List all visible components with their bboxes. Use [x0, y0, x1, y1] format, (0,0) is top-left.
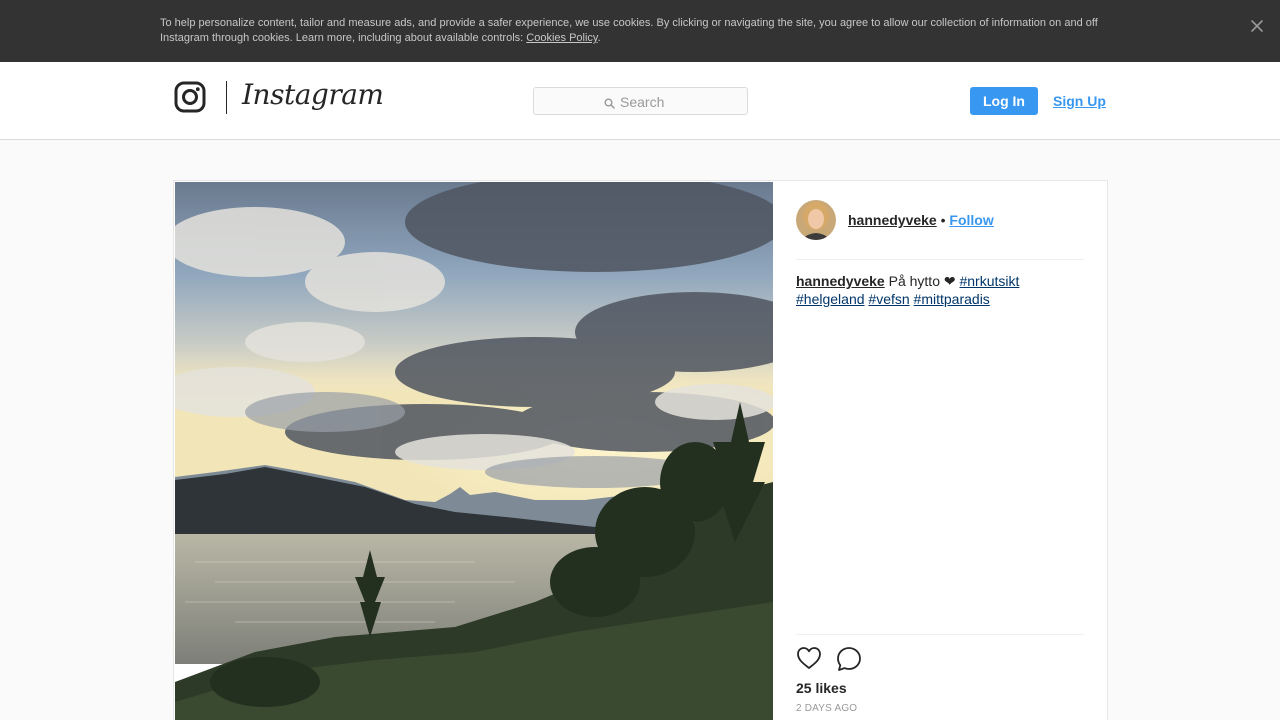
post-caption: hannedyveke På hytto ❤ #nrkutsikt #helgel… — [796, 272, 1084, 308]
likes-count[interactable]: 25 likes — [796, 679, 847, 697]
instagram-glyph-icon[interactable] — [174, 81, 206, 113]
close-icon[interactable] — [1248, 17, 1266, 35]
top-nav: Instagram Log In Sign Up — [0, 62, 1280, 140]
caption-text: På hytto ❤ — [884, 273, 960, 289]
instagram-wordmark[interactable]: Instagram — [242, 78, 384, 111]
avatar[interactable] — [796, 200, 836, 240]
heart-icon[interactable] — [796, 646, 822, 670]
logo-divider — [226, 81, 227, 114]
hashtag-link[interactable]: #mittparadis — [914, 291, 990, 307]
search-box[interactable] — [533, 87, 748, 115]
sign-up-link[interactable]: Sign Up — [1053, 92, 1106, 110]
caption-username-link[interactable]: hannedyveke — [796, 273, 885, 289]
cookie-banner: To help personalize content, tailor and … — [0, 0, 1280, 62]
post-card: hannedyveke • Follow hannedyveke På hytt… — [173, 180, 1108, 720]
cookie-text: To help personalize content, tailor and … — [160, 16, 1110, 46]
hashtag-link[interactable]: #helgeland — [796, 291, 865, 307]
post-username-link[interactable]: hannedyveke — [848, 212, 937, 228]
cookie-trailing: . — [597, 32, 601, 44]
comment-icon[interactable] — [836, 646, 862, 672]
post-photo[interactable] — [175, 182, 773, 720]
post-sidebar: hannedyveke • Follow hannedyveke På hytt… — [796, 181, 1084, 720]
divider — [796, 634, 1084, 635]
search-icon — [604, 96, 615, 109]
cookies-policy-link[interactable]: Cookies Policy — [526, 32, 597, 44]
cookie-message: To help personalize content, tailor and … — [160, 17, 1098, 44]
divider — [796, 259, 1084, 260]
hashtag-link[interactable]: #vefsn — [868, 291, 909, 307]
follow-button[interactable]: Follow — [949, 212, 993, 228]
log-in-button[interactable]: Log In — [970, 87, 1038, 115]
header-separator: • — [940, 212, 946, 228]
hashtag-link[interactable]: #nrkutsikt — [959, 273, 1019, 289]
search-input[interactable] — [620, 93, 740, 111]
post-header: hannedyveke • Follow — [848, 212, 994, 228]
post-timestamp[interactable]: 2 DAYS AGO — [796, 703, 857, 714]
